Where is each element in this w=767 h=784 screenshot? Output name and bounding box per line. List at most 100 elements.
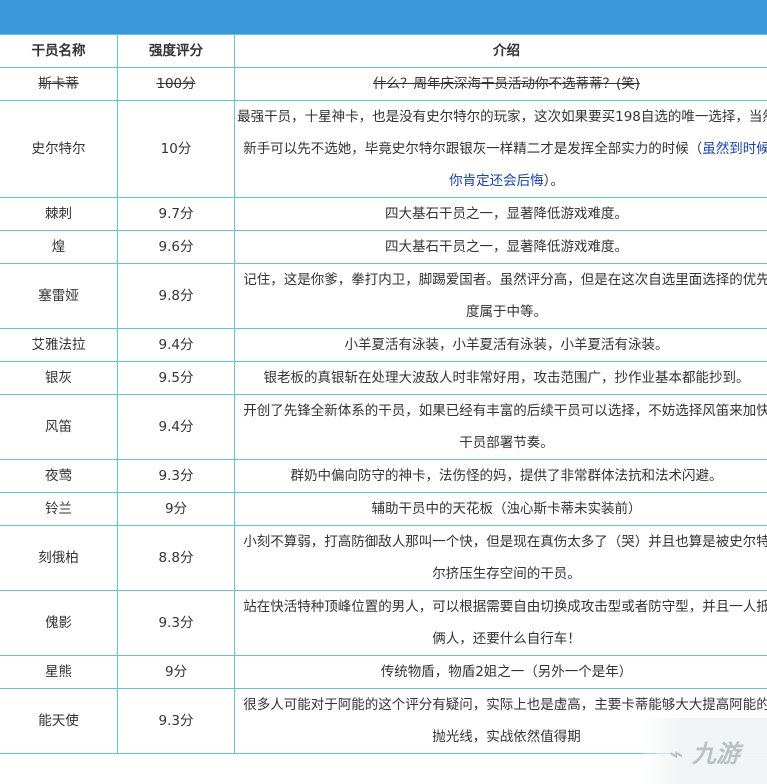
operator-score: 9.3分 xyxy=(117,590,235,656)
operator-intro: 站在快活特种顶峰位置的男人，可以根据需要自由切换成攻击型或者防守型，并且一人抵俩… xyxy=(234,590,767,656)
operator-name: 能天使 xyxy=(0,688,118,754)
table-row: 风笛 9.4分 开创了先锋全新体系的干员，如果已经有丰富的后续干员可以选择，不妨选择… xyxy=(0,394,767,460)
operator-name-text: 塞雷娅 xyxy=(38,288,79,304)
table-header-row: 干员名称 强度评分 介绍 xyxy=(0,34,767,68)
operator-score-text: 100分 xyxy=(156,76,196,92)
operator-score: 9分 xyxy=(117,492,235,526)
table-row: 傀影 9.3分 站在快活特种顶峰位置的男人，可以根据需要自由切换成攻击型或者防守型，… xyxy=(0,590,767,656)
operator-score-text: 9.5分 xyxy=(158,370,194,386)
table-row: 刻俄柏 8.8分 小刻不算弱，打高防御敌人那叫一个快，但是现在真伤太多了（哭）并且也… xyxy=(0,525,767,591)
operator-name-text: 风笛 xyxy=(45,419,72,435)
intro-tail: ）。 xyxy=(543,173,564,189)
operator-intro-text: 开创了先锋全新体系的干员，如果已经有丰富的后续干员可以选择，不妨选择风笛来加快干… xyxy=(243,403,767,451)
table-row: 斯卡蒂 100分 什么？周年庆深海干员活动你不选蒂蒂？(笑) xyxy=(0,67,767,101)
operator-score: 10分 xyxy=(117,100,235,198)
operator-score: 9.4分 xyxy=(117,328,235,362)
top-banner xyxy=(0,0,767,34)
operator-score-text: 9.4分 xyxy=(158,419,194,435)
table-row: 银灰 9.5分 银老板的真银斩在处理大波敌人时非常好用，攻击范围广，抄作业基本都能抄… xyxy=(0,361,767,395)
operator-intro-text: 什么？周年庆深海干员活动你不选蒂蒂？(笑) xyxy=(372,76,641,92)
operator-name: 刻俄柏 xyxy=(0,525,118,591)
watermark-logo: ⌁ 九游 xyxy=(642,718,767,784)
operator-name-text: 棘刺 xyxy=(45,206,72,222)
operator-score-text: 9.3分 xyxy=(158,468,194,484)
operator-score-text: 9.4分 xyxy=(158,337,194,353)
operator-intro: 什么？周年庆深海干员活动你不选蒂蒂？(笑) xyxy=(234,67,767,101)
operator-score-text: 9分 xyxy=(164,501,188,517)
operator-intro: 四大基石干员之一，显著降低游戏难度。 xyxy=(234,230,767,264)
header-name: 干员名称 xyxy=(0,34,118,68)
operator-intro-text: 辅助干员中的天花板（浊心斯卡蒂未实装前） xyxy=(371,501,642,517)
table-row: 棘刺 9.7分 四大基石干员之一，显著降低游戏难度。 xyxy=(0,197,767,231)
operator-name-text: 夜莺 xyxy=(45,468,72,484)
operator-score-text: 9.3分 xyxy=(158,713,194,729)
operator-score: 9.6分 xyxy=(117,230,235,264)
operator-name: 风笛 xyxy=(0,394,118,460)
operator-score-text: 9.7分 xyxy=(158,206,194,222)
operator-intro: 记住，这是你爹，拳打内卫，脚踢爱国者。虽然评分高，但是在这次自选里面选择的优先度… xyxy=(234,263,767,329)
operator-name-text: 刻俄柏 xyxy=(38,550,79,566)
table-row: 星熊 9分 传统物盾，物盾2姐之一（另外一个是年） xyxy=(0,655,767,689)
operator-intro-text: 最强干员，十星神卡，也是没有史尔特尔的玩家，这次如果要买198自选的唯一选择，当… xyxy=(237,109,767,157)
operator-intro: 四大基石干员之一，显著降低游戏难度。 xyxy=(234,197,767,231)
operator-name: 塞雷娅 xyxy=(0,263,118,329)
operator-name: 棘刺 xyxy=(0,197,118,231)
operator-score-text: 8.8分 xyxy=(158,550,194,566)
operator-intro: 传统物盾，物盾2姐之一（另外一个是年） xyxy=(234,655,767,689)
operator-intro: 银老板的真银斩在处理大波敌人时非常好用，攻击范围广，抄作业基本都能抄到。 xyxy=(234,361,767,395)
operator-score: 9.7分 xyxy=(117,197,235,231)
operator-name: 银灰 xyxy=(0,361,118,395)
operator-name-text: 铃兰 xyxy=(45,501,72,517)
table-row: 铃兰 9分 辅助干员中的天花板（浊心斯卡蒂未实装前） xyxy=(0,492,767,526)
operator-intro-text: 四大基石干员之一，显著降低游戏难度。 xyxy=(385,206,628,222)
table-row: 夜莺 9.3分 群奶中偏向防守的神卡，法伤怪的妈，提供了非常群体法抗和法术闪避。 xyxy=(0,459,767,493)
operator-name: 史尔特尔 xyxy=(0,100,118,198)
table-row: 艾雅法拉 9.4分 小羊夏活有泳装，小羊夏活有泳装，小羊夏活有泳装。 xyxy=(0,328,767,362)
operator-name: 傀影 xyxy=(0,590,118,656)
operator-score: 8.8分 xyxy=(117,525,235,591)
operator-name: 斯卡蒂 xyxy=(0,67,118,101)
operator-score: 9.8分 xyxy=(117,263,235,329)
operator-score: 9.5分 xyxy=(117,361,235,395)
operator-score: 9.3分 xyxy=(117,688,235,754)
operator-name-text: 斯卡蒂 xyxy=(38,76,79,92)
operator-table: 干员名称 强度评分 介绍 斯卡蒂 100分 什么？周年庆深海干员活动你不选蒂蒂？(笑… xyxy=(0,34,767,754)
operator-name-text: 傀影 xyxy=(45,615,72,631)
operator-name-text: 煌 xyxy=(51,239,66,255)
table-row: 塞雷娅 9.8分 记住，这是你爹，拳打内卫，脚踢爱国者。虽然评分高，但是在这次自选里… xyxy=(0,263,767,329)
operator-intro-text: 站在快活特种顶峰位置的男人，可以根据需要自由切换成攻击型或者防守型，并且一人抵俩… xyxy=(243,599,767,647)
operator-intro-text: 记住，这是你爹，拳打内卫，脚踢爱国者。虽然评分高，但是在这次自选里面选择的优先度… xyxy=(243,272,767,320)
operator-intro: 辅助干员中的天花板（浊心斯卡蒂未实装前） xyxy=(234,492,767,526)
operator-score: 9.4分 xyxy=(117,394,235,460)
operator-name-text: 星熊 xyxy=(45,664,72,680)
operator-score-text: 9分 xyxy=(164,664,188,680)
operator-name: 艾雅法拉 xyxy=(0,328,118,362)
operator-score: 9分 xyxy=(117,655,235,689)
header-intro: 介绍 xyxy=(234,34,767,68)
operator-name-text: 银灰 xyxy=(45,370,72,386)
operator-intro: 开创了先锋全新体系的干员，如果已经有丰富的后续干员可以选择，不妨选择风笛来加快干… xyxy=(234,394,767,460)
operator-intro: 群奶中偏向防守的神卡，法伤怪的妈，提供了非常群体法抗和法术闪避。 xyxy=(234,459,767,493)
operator-score-text: 10分 xyxy=(160,141,192,157)
operator-name-text: 史尔特尔 xyxy=(31,141,86,157)
operator-score: 9.3分 xyxy=(117,459,235,493)
operator-intro-text: 银老板的真银斩在处理大波敌人时非常好用，攻击范围广，抄作业基本都能抄到。 xyxy=(263,370,750,386)
operator-intro: 小刻不算弱，打高防御敌人那叫一个快，但是现在真伤太多了（哭）并且也算是被史尔特尔… xyxy=(234,525,767,591)
operator-name: 星熊 xyxy=(0,655,118,689)
operator-intro-text: 传统物盾，物盾2姐之一（另外一个是年） xyxy=(380,664,633,680)
table-row: 煌 9.6分 四大基石干员之一，显著降低游戏难度。 xyxy=(0,230,767,264)
operator-intro: 最强干员，十星神卡，也是没有史尔特尔的玩家，这次如果要买198自选的唯一选择，当… xyxy=(234,100,767,198)
operator-name: 铃兰 xyxy=(0,492,118,526)
operator-intro-text: 小刻不算弱，打高防御敌人那叫一个快，但是现在真伤太多了（哭）并且也算是被史尔特尔… xyxy=(243,534,767,582)
header-score: 强度评分 xyxy=(117,34,235,68)
operator-score: 100分 xyxy=(117,67,235,101)
operator-intro-text: 四大基石干员之一，显著降低游戏难度。 xyxy=(385,239,628,255)
operator-intro-text: 小羊夏活有泳装，小羊夏活有泳装，小羊夏活有泳装。 xyxy=(344,337,669,353)
operator-score-text: 9.8分 xyxy=(158,288,194,304)
operator-name-text: 能天使 xyxy=(38,713,79,729)
operator-score-text: 9.3分 xyxy=(158,615,194,631)
operator-name: 夜莺 xyxy=(0,459,118,493)
operator-name-text: 艾雅法拉 xyxy=(31,337,86,353)
operator-intro: 小羊夏活有泳装，小羊夏活有泳装，小羊夏活有泳装。 xyxy=(234,328,767,362)
operator-score-text: 9.6分 xyxy=(158,239,194,255)
